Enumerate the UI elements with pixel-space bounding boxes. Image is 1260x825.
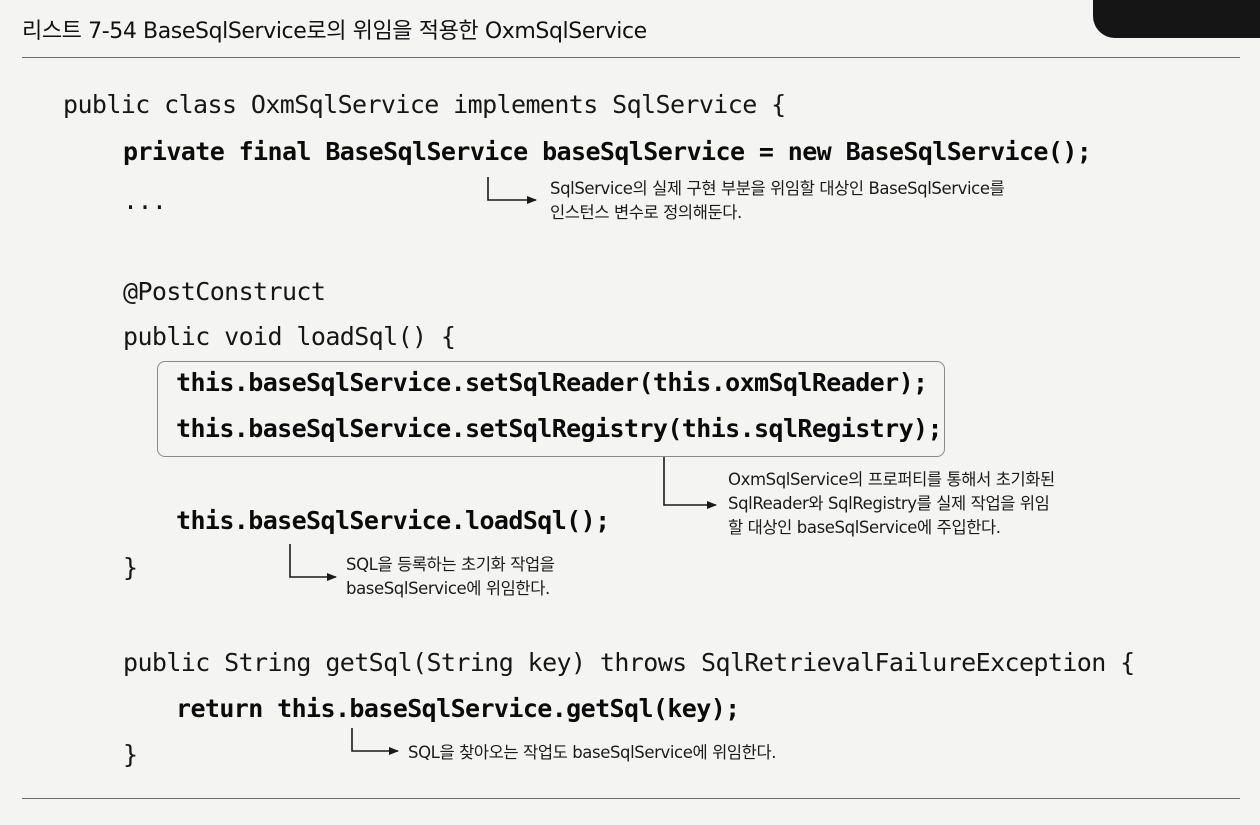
- bottom-rule: [22, 798, 1240, 799]
- setter-callout-arrow-icon: [663, 457, 717, 509]
- callout-arrows: [289, 177, 717, 755]
- field-callout-arrow-icon: [487, 177, 537, 204]
- load-callout-arrow-icon: [289, 544, 337, 581]
- get-callout-arrow-icon: [351, 728, 399, 755]
